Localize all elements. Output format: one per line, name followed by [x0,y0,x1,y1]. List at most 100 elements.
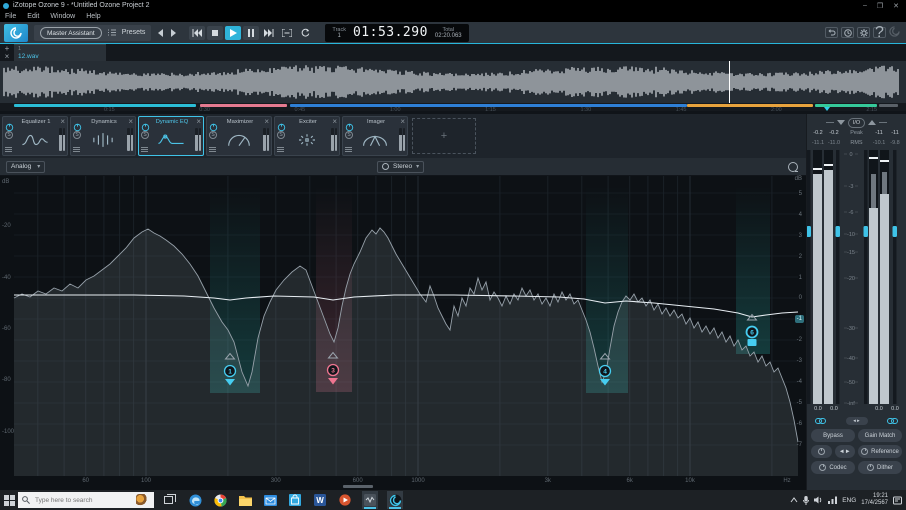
module-card-dynamics[interactable]: Dynamics×S [70,116,136,156]
chrome-icon[interactable] [212,491,228,509]
module-menu-icon[interactable] [345,147,352,152]
level-meters[interactable]: 0-3-6-10-15-20-30-40-50-inf [807,148,906,406]
audio-app-icon[interactable] [362,491,378,509]
minimize-button[interactable]: – [863,2,867,10]
module-close-icon[interactable]: × [264,117,269,126]
tab-active[interactable]: 1 12.wav [14,44,106,61]
module-menu-icon[interactable] [141,147,148,152]
timeline-segment-4[interactable] [687,104,813,107]
module-card-exciter[interactable]: Exciter× S [274,116,340,156]
network-icon[interactable] [828,496,837,504]
codec-button[interactable]: Codec [811,461,855,474]
word-icon[interactable]: W [312,491,328,509]
timeline-segment-2[interactable] [200,104,287,107]
gain-match-button[interactable]: Gain Match [858,429,902,442]
close-button[interactable]: ✕ [893,2,899,10]
master-assistant-button[interactable]: Master Assistant [40,27,102,39]
bypass-button[interactable]: Bypass [811,429,855,442]
timeline[interactable]: 0:150:300:451:001:151:301:452:002:15 [0,103,906,114]
stop-button[interactable] [207,26,223,40]
loop-region-button[interactable] [279,26,295,40]
module-solo-button[interactable]: S [209,131,217,139]
module-close-icon[interactable]: × [60,117,65,126]
input-triangle-icon[interactable] [837,120,845,125]
undo-icon[interactable] [825,27,838,38]
eq-mode-dropdown[interactable]: Analog ▾ [6,161,45,173]
module-card-equalizer-1[interactable]: Equalizer 1× S [2,116,68,156]
module-title[interactable]: Dynamic EQ [151,119,193,125]
eq-graph[interactable]: 1346 dB-20-40-60-80-100 dB543210-1-2-3-4… [0,176,806,476]
module-close-icon[interactable]: × [196,117,201,126]
module-menu-icon[interactable] [277,147,284,152]
io-toggle[interactable]: I/O [848,118,865,128]
module-card-imager[interactable]: Imager× S [342,116,408,156]
dither-button[interactable]: Dither [858,461,902,474]
module-close-icon[interactable]: × [332,117,337,126]
maximize-button[interactable]: ❐ [877,2,883,10]
preset-list-icon[interactable] [108,29,116,36]
skip-back-button[interactable] [189,26,205,40]
output-triangle-icon[interactable] [868,120,876,125]
ozone-app-icon[interactable] [387,491,403,509]
close-tab-button[interactable]: × [5,53,10,61]
file-explorer-icon[interactable] [237,491,253,509]
timeline-marker[interactable] [824,107,830,111]
ab-compare-button[interactable]: ◄► [835,445,856,458]
channel-dropdown[interactable]: Stereo ▾ [377,161,424,173]
history-icon[interactable] [841,27,854,38]
mail-icon[interactable] [262,491,278,509]
settings-gear-icon[interactable] [857,27,870,38]
monitor-button[interactable] [811,445,832,458]
reference-button[interactable]: Reference [858,445,902,458]
waveform-overview[interactable] [0,61,906,103]
module-title[interactable]: Exciter [287,119,329,125]
module-solo-button[interactable]: S [5,131,13,139]
module-title[interactable]: Dynamics [83,119,125,125]
skip-forward-button[interactable] [261,26,277,40]
input-fader-r[interactable] [836,226,841,237]
notification-center-icon[interactable] [893,496,902,505]
playhead[interactable] [729,61,730,103]
taskbar-search[interactable] [18,492,154,508]
module-title[interactable]: Imager [355,119,397,125]
module-card-dynamic-eq[interactable]: Dynamic EQ× S [138,116,204,156]
start-button[interactable] [0,495,18,506]
tray-chevron-up-icon[interactable] [790,497,798,503]
menu-window[interactable]: Window [50,13,75,20]
speaker-icon[interactable] [814,496,823,504]
output-fader-l[interactable] [864,226,869,237]
store-icon[interactable] [287,491,303,509]
input-link-icon[interactable] [815,418,826,424]
meter-options-toggle[interactable]: ◂ ▸ [846,417,868,425]
preset-next-button[interactable] [170,29,177,37]
module-title[interactable]: Maximizer [219,119,261,125]
play-button[interactable] [225,26,241,40]
taskbar-clock[interactable]: 19:21 17/4/2567 [861,493,888,507]
freq-scrollbar-thumb[interactable] [343,485,373,488]
module-close-icon[interactable]: × [400,117,405,126]
output-fader-r[interactable] [893,226,898,237]
menu-help[interactable]: Help [86,13,100,20]
add-module-slot[interactable]: + [412,118,476,154]
edge-icon[interactable] [187,491,203,509]
search-input[interactable] [33,496,133,505]
module-solo-button[interactable]: S [73,131,81,139]
module-solo-button[interactable]: S [277,131,285,139]
help-icon[interactable]: ? [873,27,886,38]
menu-file[interactable]: File [5,13,16,20]
module-solo-button[interactable]: S [345,131,353,139]
module-solo-button[interactable]: S [141,131,149,139]
presets-menu[interactable]: Presets [122,29,146,36]
task-view-icon[interactable] [162,491,178,509]
timeline-segment-6[interactable] [879,104,898,107]
module-title[interactable]: Equalizer 1 [15,119,57,125]
output-link-icon[interactable] [887,418,898,424]
module-menu-icon[interactable] [73,147,80,152]
preset-prev-button[interactable] [157,29,164,37]
media-app-icon[interactable] [337,491,353,509]
band-listen-icon[interactable] [788,162,798,172]
input-fader-l[interactable] [807,226,811,237]
language-indicator[interactable]: ENG [842,497,856,504]
module-menu-icon[interactable] [5,147,12,152]
microphone-icon[interactable] [803,496,809,505]
